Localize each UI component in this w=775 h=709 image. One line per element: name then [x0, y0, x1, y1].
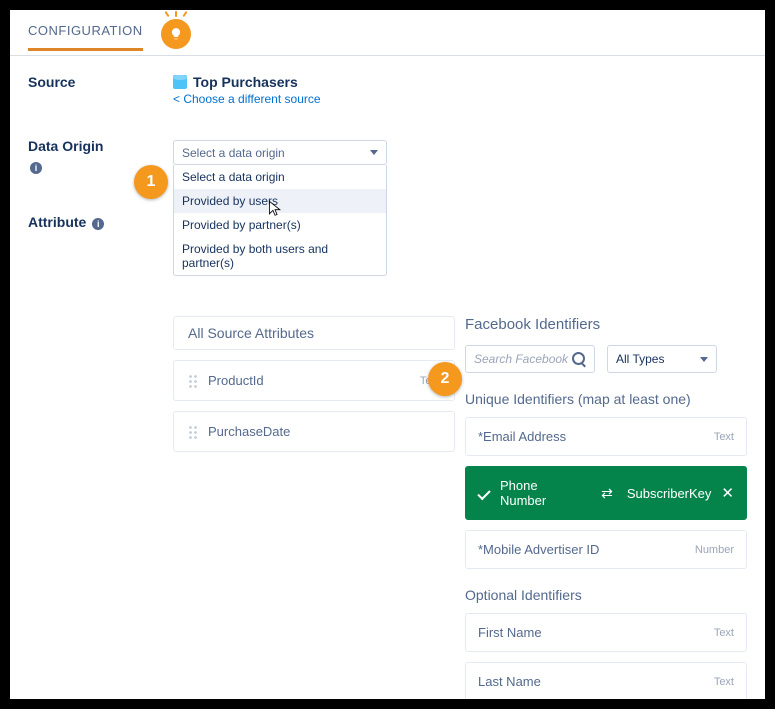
config-window: CONFIGURATION Source Data Origin i Attri…: [10, 10, 765, 699]
tab-configuration[interactable]: CONFIGURATION: [28, 23, 143, 51]
remove-mapping-button[interactable]: ✕: [721, 484, 734, 502]
mapped-left-label: Phone Number: [500, 478, 587, 508]
choose-different-source-link[interactable]: < Choose a different source: [173, 92, 321, 106]
facebook-search-input[interactable]: Search Facebook: [465, 345, 595, 373]
facebook-identifiers-panel: Facebook Identifiers Search Facebook All…: [465, 312, 747, 699]
id-row-first-name[interactable]: First Name Text: [465, 613, 747, 652]
data-origin-select[interactable]: Select a data origin: [173, 140, 387, 165]
facebook-header: Facebook Identifiers: [465, 312, 747, 345]
id-row-email[interactable]: *Email Address Text: [465, 417, 747, 456]
mapped-right-label: SubscriberKey: [627, 486, 712, 501]
source-attributes-panel: All Source Attributes ProductId Text Pur…: [173, 312, 455, 699]
tips-icon[interactable]: [161, 19, 191, 49]
chevron-down-icon: [700, 357, 708, 362]
attr-row-purchasedate[interactable]: PurchaseDate: [173, 411, 455, 452]
search-icon: [572, 352, 586, 366]
id-row-phone-mapped[interactable]: Phone Number ⇄ SubscriberKey ✕: [465, 466, 747, 520]
unique-identifiers-header: Unique Identifiers (map at least one): [465, 391, 747, 407]
origin-option-both[interactable]: Provided by both users and partner(s): [174, 237, 386, 275]
label-attribute: Attribute i: [28, 214, 153, 230]
label-origin: Data Origin: [28, 138, 153, 154]
info-icon[interactable]: i: [30, 162, 42, 174]
top-tab-bar: CONFIGURATION: [10, 10, 765, 56]
body-area: Source Data Origin i Attribute i Top Pur…: [10, 56, 765, 699]
source-attributes-header: All Source Attributes: [174, 317, 454, 349]
chevron-down-icon: [370, 150, 378, 155]
origin-option-placeholder[interactable]: Select a data origin: [174, 165, 386, 189]
id-row-last-name[interactable]: Last Name Text: [465, 662, 747, 699]
label-source: Source: [28, 74, 153, 90]
check-icon: [477, 486, 490, 499]
source-name: Top Purchasers: [193, 74, 298, 90]
source-row: Top Purchasers: [173, 74, 747, 90]
drag-handle-icon[interactable]: [188, 425, 198, 439]
info-icon[interactable]: i: [92, 218, 104, 230]
callout-marker-1: 1: [134, 165, 168, 199]
drag-handle-icon[interactable]: [188, 374, 198, 388]
id-row-mobile-advertiser[interactable]: *Mobile Advertiser ID Number: [465, 530, 747, 569]
callout-marker-2: 2: [428, 362, 462, 396]
attr-row-productid[interactable]: ProductId Text: [173, 360, 455, 401]
database-icon: [173, 75, 187, 89]
optional-identifiers-header: Optional Identifiers: [465, 587, 747, 603]
swap-icon: ⇄: [601, 485, 613, 502]
mouse-cursor-icon: [268, 200, 282, 218]
type-filter-select[interactable]: All Types: [607, 345, 717, 373]
data-origin-dropdown: Select a data origin Provided by users P…: [173, 165, 387, 276]
